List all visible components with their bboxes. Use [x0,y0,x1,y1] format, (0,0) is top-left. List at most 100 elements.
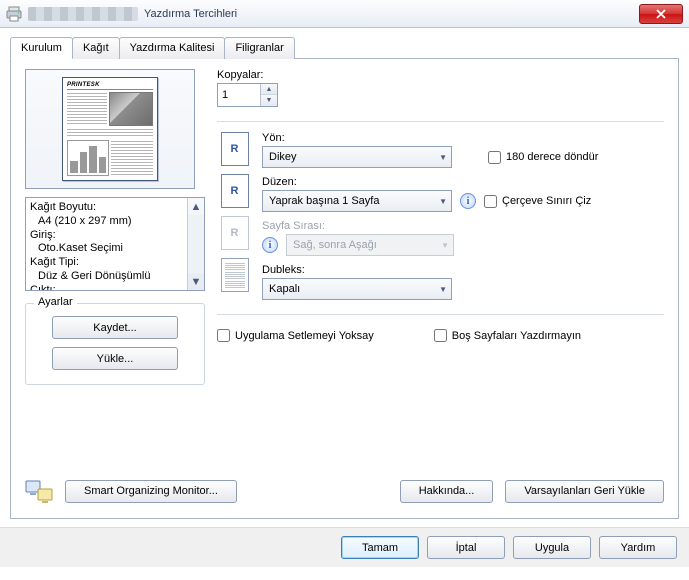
tab-filigranlar[interactable]: Filigranlar [224,37,294,59]
document-thumbnail: PRINTESK [62,77,158,181]
iptal-button[interactable]: İptal [427,536,505,559]
tab-kurulum[interactable]: Kurulum [10,37,73,59]
close-icon [656,9,666,19]
button-label: Yükle... [97,353,134,365]
yoksay-checkbox[interactable]: Uygulama Setlemeyi Yoksay [217,329,374,342]
rotate180-input[interactable] [488,151,501,164]
summary-line: Kağıt Tipi: [30,256,183,270]
chevron-down-icon: ▼ [439,153,447,162]
tab-label: Filigranlar [235,42,283,54]
dubleks-combo[interactable]: Kapalı ▼ [262,278,452,300]
yon-label: Yön: [262,132,664,144]
summary-line: A4 (210 x 297 mm) [30,215,183,229]
settings-summary-list: Kağıt Boyutu: A4 (210 x 297 mm) Giriş: O… [25,197,205,291]
scroll-up-icon[interactable]: ▲ [188,198,204,215]
cerceve-input[interactable] [484,195,497,208]
tab-kagit[interactable]: Kağıt [72,37,120,59]
button-label: İptal [456,542,477,554]
combo-value: Kapalı [269,283,300,295]
dialog-footer: Tamam İptal Uygula Yardım [0,527,689,567]
spin-down-icon[interactable]: ▼ [261,95,277,106]
icon-glyph: R [231,143,239,155]
titlebar: Yazdırma Tercihleri [0,0,689,28]
varsayilanlari-geri-yukle-button[interactable]: Varsayılanları Geri Yükle [505,480,664,503]
kopyalar-input[interactable] [218,84,260,106]
scroll-down-icon[interactable]: ▼ [188,273,204,290]
tab-label: Kağıt [83,42,109,54]
portrait-icon: R [221,132,249,166]
tamam-button[interactable]: Tamam [341,536,419,559]
close-button[interactable] [639,4,683,24]
scrollbar-track[interactable] [188,215,204,273]
combo-value: Sağ, sonra Aşağı [293,239,377,251]
printer-icon [6,6,22,22]
chevron-down-icon: ▼ [441,241,449,250]
smart-organizing-monitor-button[interactable]: Smart Organizing Monitor... [65,480,237,503]
chevron-down-icon: ▼ [439,285,447,294]
tab-label: Yazdırma Kalitesi [130,42,215,54]
button-label: Hakkında... [419,485,475,497]
monitor-devices-icon [25,478,53,504]
pageorder-icon: R [221,216,249,250]
bos-sayfa-checkbox[interactable]: Boş Sayfaları Yazdırmayın [434,329,581,342]
yardim-button[interactable]: Yardım [599,536,677,559]
tabstrip: Kurulum Kağıt Yazdırma Kalitesi Filigran… [10,36,679,59]
checkbox-label: Çerçeve Sınırı Çiz [502,195,591,207]
checkbox-label: 180 derece döndür [506,151,598,163]
info-icon[interactable]: i [460,193,476,209]
info-icon[interactable]: i [262,237,278,253]
right-column: Kopyalar: ▲ ▼ R R R [217,69,664,504]
layout-icon: R [221,174,249,208]
summary-scrollbar[interactable]: ▲ ▼ [187,198,204,290]
icon-glyph: R [231,227,239,239]
orientation-icons: R R R [217,132,252,308]
separator [217,314,664,315]
button-label: Varsayılanları Geri Yükle [524,485,645,497]
chevron-down-icon: ▼ [439,197,447,206]
button-label: Uygula [535,542,569,554]
page-preview: PRINTESK [25,69,195,189]
bottom-checks: Uygulama Setlemeyi Yoksay Boş Sayfaları … [217,329,664,342]
thumb-header: PRINTESK [67,82,153,90]
summary-line: Kağıt Boyutu: [30,201,183,215]
yukle-button[interactable]: Yükle... [52,347,178,370]
checkbox-label: Uygulama Setlemeyi Yoksay [235,330,374,342]
icon-glyph: R [231,185,239,197]
group-legend: Ayarlar [34,296,77,308]
uygula-button[interactable]: Uygula [513,536,591,559]
button-label: Kaydet... [93,322,136,334]
tab-label: Kurulum [21,42,62,54]
rotate180-checkbox[interactable]: 180 derece döndür [488,151,598,164]
bos-sayfa-input[interactable] [434,329,447,342]
button-label: Smart Organizing Monitor... [84,485,218,497]
printer-model-blurred [28,7,138,21]
tab-content: PRINTESK Kağıt Boyutu: A4 (210 x 297 mm)… [10,59,679,519]
summary-line: Oto.Kaset Seçimi [30,242,183,256]
button-label: Yardım [621,542,656,554]
kaydet-button[interactable]: Kaydet... [52,316,178,339]
duplex-icon [221,258,249,292]
sayfasirasi-label: Sayfa Sırası: [262,220,664,232]
hakkinda-button[interactable]: Hakkında... [400,480,494,503]
tab-yazdirma-kalitesi[interactable]: Yazdırma Kalitesi [119,37,226,59]
tab-footer: Smart Organizing Monitor... Hakkında... … [25,478,664,504]
spin-up-icon[interactable]: ▲ [261,84,277,95]
yoksay-input[interactable] [217,329,230,342]
checkbox-label: Boş Sayfaları Yazdırmayın [452,330,581,342]
combo-value: Dikey [269,151,297,163]
sayfasirasi-combo: Sağ, sonra Aşağı ▼ [286,234,454,256]
cerceve-checkbox[interactable]: Çerçeve Sınırı Çiz [484,195,591,208]
button-label: Tamam [362,542,398,554]
summary-line: Düz & Geri Dönüşümlü [30,270,183,284]
yon-combo[interactable]: Dikey ▼ [262,146,452,168]
combo-value: Yaprak başına 1 Sayfa [269,195,379,207]
dubleks-label: Dubleks: [262,264,664,276]
duzen-label: Düzen: [262,176,664,188]
kopyalar-spinner[interactable]: ▲ ▼ [217,83,278,107]
ayarlar-group: Ayarlar Kaydet... Yükle... [25,303,205,385]
separator [217,121,664,122]
left-column: PRINTESK Kağıt Boyutu: A4 (210 x 297 mm)… [25,69,205,504]
window-title: Yazdırma Tercihleri [144,8,237,20]
duzen-combo[interactable]: Yaprak başına 1 Sayfa ▼ [262,190,452,212]
summary-line: Çıktı: [30,284,183,291]
